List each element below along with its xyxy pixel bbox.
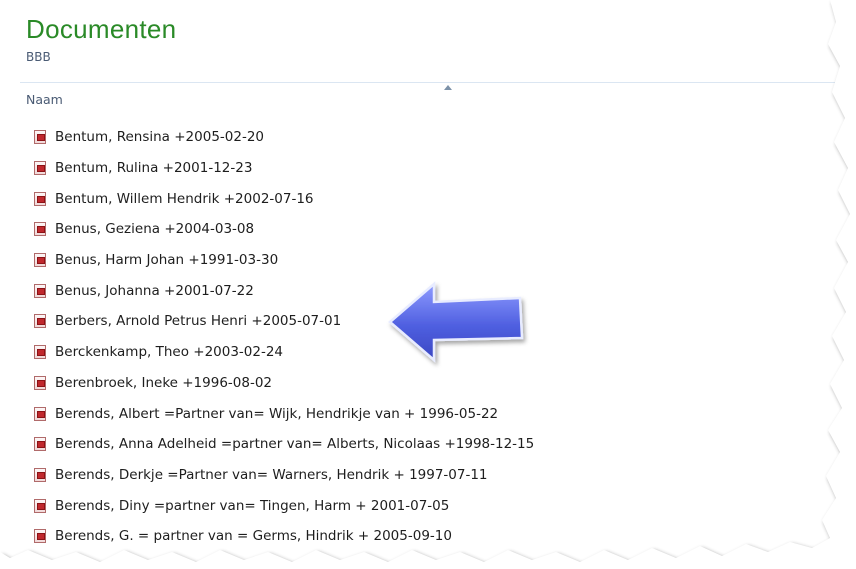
torn-paper-edge [0,0,856,569]
explorer-window: Documenten BBB Naam Bentum, Rensina +200… [0,0,856,569]
